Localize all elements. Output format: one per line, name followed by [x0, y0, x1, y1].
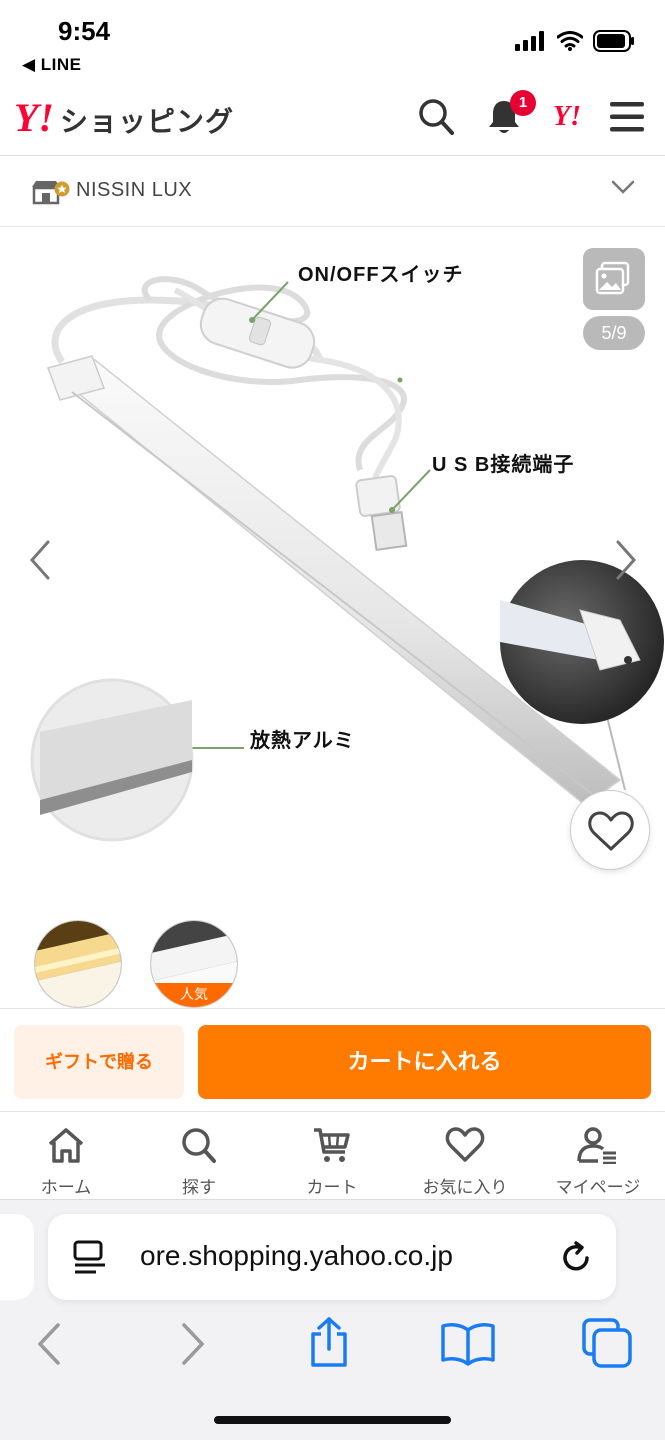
- menu-icon[interactable]: [610, 102, 644, 132]
- callout-aluminum: 放熱アルミ: [250, 730, 355, 752]
- tab-label: 探す: [182, 1178, 216, 1197]
- notification-badge: 1: [510, 90, 536, 116]
- heart-icon: [588, 811, 634, 851]
- address-bar[interactable]: ore.shopping.yahoo.co.jp: [48, 1214, 616, 1300]
- reload-icon[interactable]: [560, 1241, 594, 1275]
- wifi-icon: [557, 31, 583, 51]
- store-name: NISSIN LUX: [76, 179, 193, 201]
- home-indicator: [214, 1416, 451, 1424]
- cellular-signal-icon: [515, 31, 544, 51]
- popular-tag: 人気: [151, 983, 237, 1007]
- yahoo-japan-logo[interactable]: Y!: [553, 101, 581, 133]
- logo-mark: Y!: [14, 95, 54, 140]
- tab-favorites[interactable]: お気に入り: [405, 1126, 525, 1198]
- bookmarks-icon[interactable]: [440, 1320, 496, 1366]
- tab-label: お気に入り: [422, 1178, 508, 1197]
- image-counter: 5/9: [583, 316, 645, 350]
- status-time: 9:54: [58, 16, 111, 46]
- status-icons: [515, 30, 635, 52]
- callout-usb: U S B接続端子: [432, 454, 575, 476]
- purchase-actions: ギフトで贈る カートに入れる: [0, 1008, 665, 1112]
- heart-icon: [445, 1127, 485, 1162]
- variant-image-warm: [35, 921, 121, 1007]
- product-image: [30, 276, 664, 842]
- store-icon: [32, 181, 70, 205]
- search-icon[interactable]: [418, 98, 454, 136]
- store-bar[interactable]: NISSIN LUX: [0, 157, 665, 227]
- url-text: ore.shopping.yahoo.co.jp: [140, 1240, 453, 1271]
- battery-icon: [593, 30, 634, 52]
- back-arrow-icon[interactable]: [36, 1322, 62, 1366]
- tabs-icon[interactable]: [580, 1316, 634, 1370]
- browser-toolbar: ore.shopping.yahoo.co.jp: [0, 1200, 665, 1440]
- add-to-cart-button[interactable]: カートに入れる: [198, 1025, 651, 1099]
- variant-thumb-warm[interactable]: [34, 920, 122, 1008]
- gallery-button[interactable]: [583, 248, 645, 310]
- callout-switch: ON/OFFスイッチ: [298, 264, 464, 286]
- product-image-carousel[interactable]: ON/OFFスイッチ U S B接続端子 放熱アルミ: [0, 228, 665, 918]
- bottom-tab-bar: ホーム 探す カート お気に入り マイページ: [0, 1114, 665, 1200]
- chevron-down-icon[interactable]: [611, 179, 635, 195]
- user-icon: [577, 1127, 616, 1165]
- gift-button[interactable]: ギフトで贈る: [14, 1025, 184, 1099]
- tab-label: ホーム: [40, 1178, 92, 1197]
- forward-arrow-icon[interactable]: [180, 1322, 206, 1366]
- home-icon: [48, 1128, 84, 1163]
- chevron-left-icon[interactable]: [28, 540, 52, 580]
- tab-label: マイページ: [555, 1178, 641, 1197]
- tab-home[interactable]: ホーム: [6, 1126, 126, 1198]
- cart-icon: [314, 1128, 350, 1162]
- tab-cart[interactable]: カート: [272, 1126, 392, 1198]
- logo-text: ショッピング: [60, 106, 235, 137]
- image-gallery-icon: [595, 261, 630, 295]
- tab-search[interactable]: 探す: [139, 1126, 259, 1198]
- yahoo-shopping-logo[interactable]: Y! ショッピング: [14, 98, 234, 140]
- tab-label: カート: [306, 1178, 358, 1197]
- variant-thumb-white[interactable]: 人気: [150, 920, 238, 1008]
- chevron-right-icon[interactable]: [614, 540, 638, 580]
- favorite-button[interactable]: [570, 790, 650, 870]
- back-to-line-link[interactable]: ◀ LINE: [22, 55, 82, 75]
- share-icon[interactable]: [307, 1316, 351, 1368]
- previous-tab-card[interactable]: [0, 1214, 34, 1300]
- tab-mypage[interactable]: マイページ: [538, 1126, 658, 1198]
- search-icon: [182, 1128, 216, 1163]
- reader-icon[interactable]: [72, 1240, 108, 1276]
- status-bar: 9:54 ◀ LINE: [0, 0, 665, 80]
